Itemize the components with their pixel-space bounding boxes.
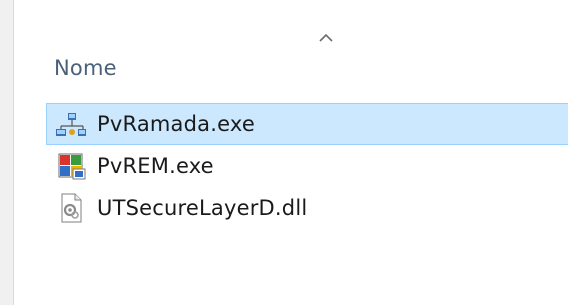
chevron-up-icon [319,33,333,42]
colored-app-icon [53,151,89,181]
file-list: PvRamada.exe PvREM.exe UTSecureLayerD.dl… [46,103,568,229]
network-app-icon [53,109,89,139]
file-name: PvRamada.exe [97,112,255,136]
file-row-utsecurelayerd[interactable]: UTSecureLayerD.dll [46,187,568,229]
column-header-name[interactable]: Nome [54,56,117,80]
dll-file-icon [53,193,89,223]
file-name: UTSecureLayerD.dll [97,196,308,220]
file-row-pvramada[interactable]: PvRamada.exe [46,103,568,145]
file-row-pvrem[interactable]: PvREM.exe [46,145,568,187]
file-name: PvREM.exe [97,154,214,178]
column-header-area: Nome [36,0,553,95]
file-list-pane: Nome PvRamada.exe PvREM.exe UTSecureLaye… [13,0,568,305]
